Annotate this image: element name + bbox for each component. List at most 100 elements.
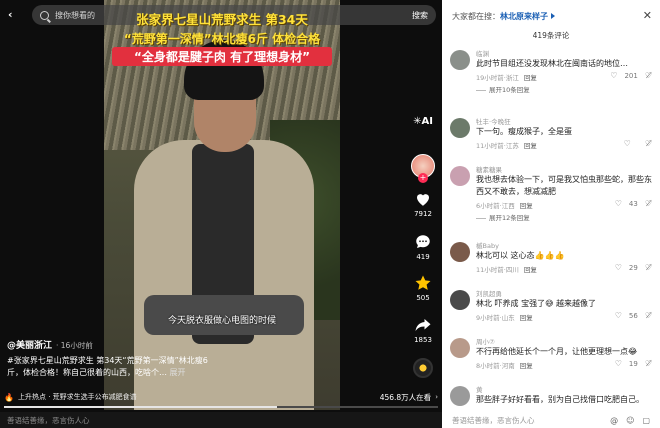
- panel-comment-placeholder[interactable]: 善语结善缘，恶言伤人心: [452, 415, 602, 426]
- dislike-icon[interactable]: ♡̸: [645, 311, 652, 320]
- dislike-icon[interactable]: ♡̸: [645, 263, 652, 272]
- hot-topic-bar[interactable]: 🔥 上升热点 · 荒野求生选手公布减肥食谱 456.8万人在看 ›: [4, 390, 438, 404]
- heart-icon[interactable]: ♡: [610, 71, 617, 80]
- comment-time-location: 19小时前·浙江: [476, 74, 519, 82]
- like-count: 7912: [414, 210, 432, 218]
- video-player[interactable]: ‹ 搜你想看的 搜索 张家界七星山荒野求生 第34天 “荒野第一深情”林北瘦6斤…: [0, 0, 442, 428]
- avatar[interactable]: [450, 386, 470, 406]
- share-button[interactable]: 1853: [408, 316, 438, 344]
- comment-time-location: 6小时前·江西: [476, 202, 515, 210]
- comment-time-location: 9小时前·山东: [476, 314, 515, 322]
- comment-username[interactable]: 糖素糖果: [476, 164, 502, 174]
- overlay-title-line3: “全身都是腱子肉 有了理想身材”: [112, 47, 332, 66]
- share-arrow-icon: [415, 319, 431, 331]
- reply-button[interactable]: 回复: [524, 266, 537, 274]
- avatar[interactable]: [450, 118, 470, 138]
- avatar[interactable]: [450, 166, 470, 186]
- heart-icon[interactable]: ♡: [615, 359, 622, 368]
- search-icon: [40, 10, 49, 20]
- comment-time-location: 11小时前·四川: [476, 266, 519, 274]
- comment-meta: 19小时前·浙江 回复: [476, 72, 537, 82]
- like-button[interactable]: 7912: [408, 190, 438, 218]
- star-icon: [415, 275, 431, 290]
- video-progress-bar[interactable]: [4, 406, 438, 408]
- comment-username[interactable]: 黄: [476, 384, 483, 394]
- dislike-icon[interactable]: ♡̸: [645, 359, 652, 368]
- expand-replies-link[interactable]: 展开10条回复: [476, 84, 530, 94]
- comment-actions: ♡ 29 ♡̸: [615, 263, 652, 272]
- overlay-title-line1: 张家界七星山荒野求生 第34天: [136, 12, 308, 27]
- comment-like-count: 201: [624, 71, 638, 80]
- hot-topic-title: 上升热点 · 荒野求生选手公布减肥食谱: [17, 393, 137, 401]
- video-comment-input[interactable]: 善语结善缘，恶言伤人心: [0, 412, 442, 428]
- comment-actions: ♡ ♡̸: [624, 139, 652, 148]
- arrow-right-icon: [551, 13, 555, 19]
- comment-meta: 6小时前·江西 回复: [476, 200, 533, 210]
- expand-description-link[interactable]: 展开: [170, 368, 186, 377]
- expand-replies-link[interactable]: 展开12条回复: [476, 212, 530, 222]
- comment-bubble-icon: [416, 235, 430, 248]
- share-count: 1853: [414, 336, 432, 344]
- author-name[interactable]: @美丽浙江: [7, 341, 52, 351]
- comment-username[interactable]: 周小⑦: [476, 336, 495, 346]
- comment-count-title: 419条评论: [532, 31, 570, 40]
- comment-text: 那些胖子好好看看，别为自己找借口吃肥自己。: [476, 395, 644, 404]
- heart-icon: [417, 194, 429, 206]
- overlay-title-line2: “荒野第一深情”林北瘦6斤 体检合格: [123, 32, 321, 46]
- comment-meta: 11小时前·四川 回复: [476, 264, 537, 274]
- dislike-icon[interactable]: ♡̸: [645, 139, 652, 148]
- comment-username[interactable]: 槭Baby: [476, 240, 499, 250]
- avatar[interactable]: [450, 50, 470, 70]
- avatar[interactable]: [450, 242, 470, 262]
- back-arrow-icon[interactable]: ‹: [8, 8, 13, 21]
- music-disc[interactable]: [408, 358, 438, 378]
- dislike-icon[interactable]: ♡̸: [645, 71, 652, 80]
- chevron-right-icon: ›: [435, 393, 438, 401]
- fire-icon: 🔥: [4, 392, 14, 402]
- emoji-icon[interactable]: ☺: [626, 416, 634, 425]
- viewer-count: 456.8万人在看: [379, 392, 432, 402]
- avatar[interactable]: [450, 290, 470, 310]
- search-button[interactable]: 搜索: [412, 10, 428, 21]
- heart-icon[interactable]: ♡: [615, 263, 622, 272]
- favorite-count: 505: [416, 294, 430, 302]
- author-line: @美丽浙江 · 16小时前: [7, 338, 93, 351]
- comment-button[interactable]: 419: [408, 233, 438, 261]
- comment-username[interactable]: 刘凯超勇: [476, 288, 502, 298]
- video-description: #张家界七星山荒野求生 第34天“荒野第一深情”林北瘦6斤，体检合格！称自己很着…: [7, 355, 217, 379]
- comment-text: 林北可以 这心态👍👍👍: [476, 251, 565, 260]
- comment-username[interactable]: 临渊: [476, 48, 489, 58]
- comment-actions: ♡ 43 ♡̸: [615, 199, 652, 208]
- avatar[interactable]: [450, 338, 470, 358]
- at-icon[interactable]: @: [610, 416, 618, 425]
- panel-comment-input[interactable]: 善语结善缘，恶言伤人心 @ ☺ ▢: [442, 412, 660, 428]
- reply-button[interactable]: 回复: [520, 362, 533, 370]
- trending-search-keyword[interactable]: 林北原来样子: [500, 12, 548, 21]
- comment-count: 419: [416, 253, 430, 261]
- comment-like-count: 19: [628, 359, 638, 368]
- heart-icon[interactable]: ♡: [615, 311, 622, 320]
- heart-icon[interactable]: ♡: [615, 199, 622, 208]
- comment-text: 林北 吓养成 宝强了😅 越来越像了: [476, 299, 596, 308]
- comment-like-count: 29: [628, 263, 638, 272]
- comment-actions: ♡ 19 ♡̸: [615, 359, 652, 368]
- ai-button[interactable]: ✳AI: [408, 116, 438, 127]
- favorite-button[interactable]: 505: [408, 274, 438, 302]
- reply-button[interactable]: 回复: [520, 314, 533, 322]
- trending-search-prefix: 大家都在搜：: [452, 12, 500, 21]
- author-avatar[interactable]: +: [408, 154, 438, 183]
- comment-text: 下一句。瘦成猴子，全是蛋: [476, 127, 572, 136]
- image-icon[interactable]: ▢: [642, 416, 650, 425]
- comment-text: 此时节目组还没发现林北在闽南话的地位…: [476, 59, 628, 68]
- follow-plus-icon[interactable]: +: [418, 173, 428, 183]
- heart-icon[interactable]: ♡: [624, 139, 631, 148]
- reply-button[interactable]: 回复: [524, 74, 537, 82]
- close-icon[interactable]: ✕: [643, 9, 652, 22]
- comment-username[interactable]: 牡丰·今晚狂: [476, 116, 511, 126]
- reply-button[interactable]: 回复: [524, 142, 537, 150]
- comment-like-count: 43: [628, 199, 638, 208]
- reply-button[interactable]: 回复: [520, 202, 533, 210]
- dislike-icon[interactable]: ♡̸: [645, 199, 652, 208]
- comment-meta: 9小时前·山东 回复: [476, 312, 533, 322]
- trending-search[interactable]: 大家都在搜：林北原来样子: [452, 11, 555, 22]
